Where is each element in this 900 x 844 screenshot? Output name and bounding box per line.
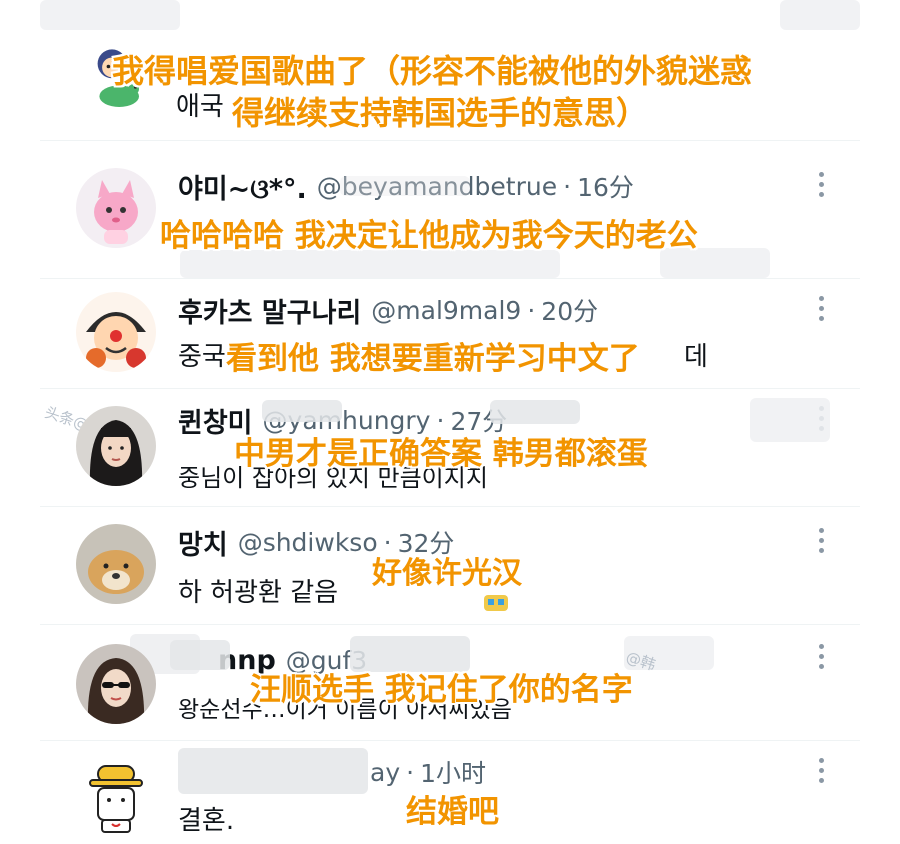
tweet-header: ay · 1小时	[370, 754, 486, 790]
avatar[interactable]	[76, 406, 156, 486]
user-handle[interactable]: @mal9mal9	[371, 296, 521, 325]
tweet-header: 후카츠 말구나리 @mal9mal9 · 20分	[178, 291, 598, 330]
blur-name	[262, 400, 342, 422]
tweet-text-end: 데	[684, 342, 708, 372]
tweet-text: 중국	[178, 342, 226, 372]
blur-name	[170, 640, 230, 670]
pink-cat-avatar	[76, 168, 156, 248]
display-name[interactable]: 망치	[178, 523, 228, 562]
separator-dot: ·	[563, 171, 572, 201]
timestamp[interactable]: 20分	[541, 292, 598, 328]
timestamp[interactable]: 16分	[577, 168, 634, 204]
caption-1-line-2: 得继续支持韩国选手的意思）	[232, 94, 649, 132]
display-name[interactable]: 후카츠 말구나리	[178, 291, 361, 330]
tweet-text: 결혼.	[178, 806, 235, 836]
more-options-icon[interactable]	[808, 638, 834, 674]
divider	[40, 388, 860, 389]
divider	[40, 740, 860, 741]
reply-feed: 애국 我得唱爱国歌曲了（形容不能被他的外貌迷惑 得继续支持韩国选手的意思） 야미…	[0, 0, 900, 844]
divider	[40, 506, 860, 507]
girl-photo-avatar	[76, 406, 156, 486]
caption-1-line-1: 我得唱爱国歌曲了（形容不能被他的外貌迷惑	[112, 52, 753, 90]
more-options-icon[interactable]	[808, 290, 834, 326]
user-handle[interactable]: ay	[370, 758, 400, 787]
blur-name-handle	[178, 748, 368, 794]
divider	[40, 140, 860, 141]
separator-dot: ·	[406, 757, 415, 787]
blur-handle	[490, 400, 580, 424]
timestamp[interactable]: 1小时	[420, 754, 486, 790]
caption-5: 好像许光汉	[372, 556, 522, 591]
dog-photo-avatar	[76, 524, 156, 604]
avatar[interactable]	[76, 758, 156, 838]
user-handle[interactable]: @shdiwkso	[238, 528, 378, 557]
caption-6: 汪顺选手 我记住了你的名字	[250, 672, 633, 708]
clown-face-avatar	[76, 292, 156, 372]
caption-4: 中男才是正确答案 韩男都滚蛋	[234, 436, 648, 472]
caption-3: 看到他 我想要重新学习中文了	[226, 341, 640, 377]
more-options-icon[interactable]	[808, 752, 834, 788]
more-options-icon[interactable]	[808, 522, 834, 558]
blur-handle	[340, 176, 470, 196]
sticker-hat-avatar	[76, 758, 156, 838]
more-options-icon[interactable]	[808, 166, 834, 202]
blur-top-right	[780, 0, 860, 30]
display-name[interactable]: 야미~ଓ*°.	[178, 167, 307, 206]
separator-dot: ·	[527, 295, 536, 325]
tweet-text: 하 허광환 같음	[178, 578, 339, 608]
avatar[interactable]	[76, 524, 156, 604]
crying-emoji-icon	[484, 595, 508, 611]
divider	[40, 278, 860, 279]
girl-sunglasses-avatar	[76, 644, 156, 724]
avatar[interactable]	[76, 292, 156, 372]
avatar[interactable]	[76, 168, 156, 248]
caption-2: 哈哈哈哈 我决定让他成为我今天的老公	[160, 218, 698, 254]
blur-right	[750, 398, 830, 442]
divider	[40, 624, 860, 625]
avatar[interactable]	[76, 644, 156, 724]
caption-7: 结婚吧	[406, 794, 499, 830]
blur-top-left	[40, 0, 180, 30]
